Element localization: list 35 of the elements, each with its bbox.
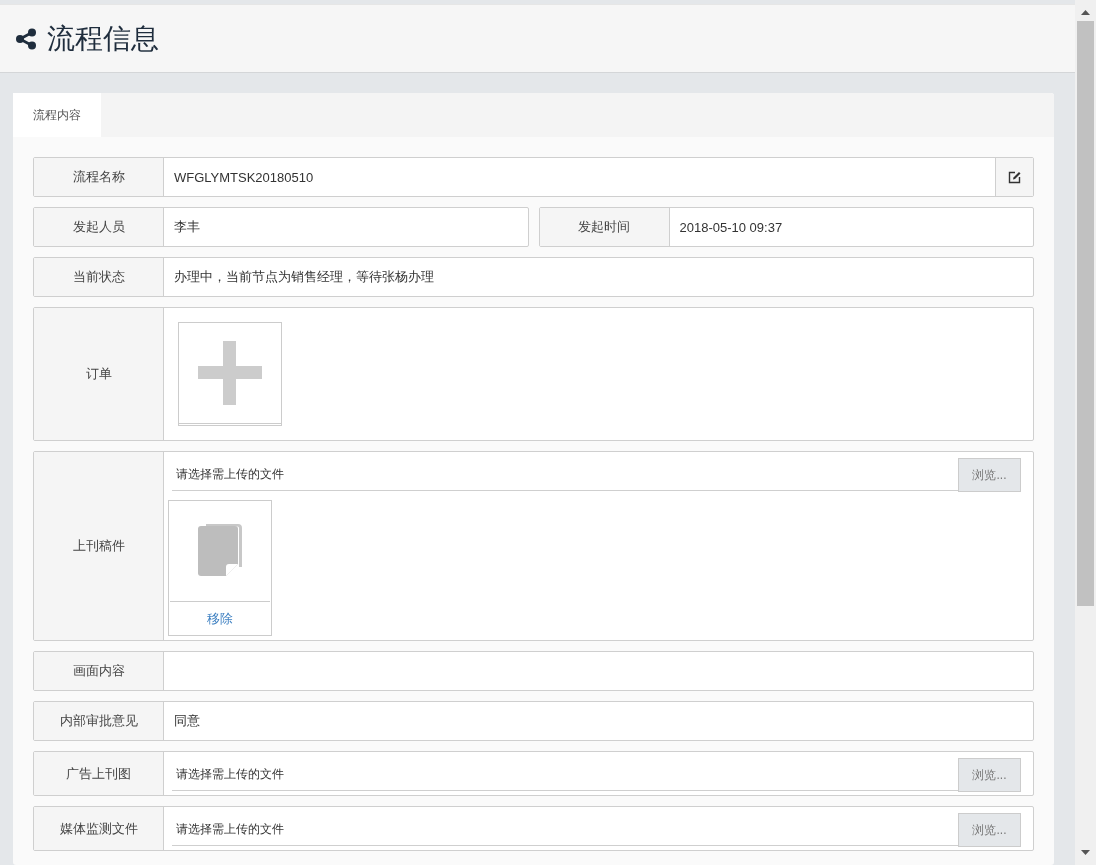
edit-icon (1008, 170, 1021, 184)
field-label: 上刊稿件 (34, 452, 164, 640)
field-value: WFGLYMTSK20180510 (174, 169, 314, 185)
field-label: 媒体监测文件 (34, 807, 164, 850)
file-path-field[interactable]: 请选择需上传的文件 (172, 758, 958, 791)
scroll-down-icon[interactable] (1081, 850, 1090, 855)
field-label: 画面内容 (34, 652, 164, 690)
file-path-field[interactable]: 请选择需上传的文件 (172, 458, 958, 491)
field-label: 发起人员 (34, 208, 164, 246)
field-label: 当前状态 (34, 258, 164, 296)
scroll-up-icon[interactable] (1081, 10, 1090, 15)
field-value: 办理中，当前节点为销售经理，等待张杨办理 (174, 268, 434, 286)
field-label: 内部审批意见 (34, 702, 164, 740)
scrollbar[interactable] (1075, 0, 1096, 865)
plus-icon (198, 341, 262, 405)
share-icon (15, 27, 37, 50)
page-title: 流程信息 (47, 21, 159, 56)
file-upload-field[interactable]: 媒体监测文件 请选择需上传的文件 浏览... (33, 806, 1034, 851)
field-value: 2018-05-10 09:37 (679, 219, 783, 235)
field-value: 同意 (174, 712, 200, 730)
field-label: 发起时间 (539, 208, 670, 246)
browse-button[interactable]: 浏览... (958, 458, 1021, 492)
field-label: 流程名称 (34, 158, 164, 196)
remove-link[interactable]: 移除 (169, 602, 271, 635)
file-upload-field[interactable]: 广告上刊图 请选择需上传的文件 浏览... (33, 751, 1034, 796)
scrollbar-thumb[interactable] (1077, 21, 1094, 606)
browse-button[interactable]: 浏览... (958, 758, 1021, 792)
file-path-field[interactable]: 请选择需上传的文件 (172, 813, 958, 846)
browse-button[interactable]: 浏览... (958, 813, 1021, 847)
edit-button[interactable] (995, 158, 1033, 196)
document-icon (197, 523, 243, 579)
field-label: 订单 (34, 308, 164, 440)
tab[interactable]: 流程内容 (13, 93, 101, 137)
field-value: 李丰 (174, 218, 200, 236)
field-label: 广告上刊图 (34, 752, 164, 795)
